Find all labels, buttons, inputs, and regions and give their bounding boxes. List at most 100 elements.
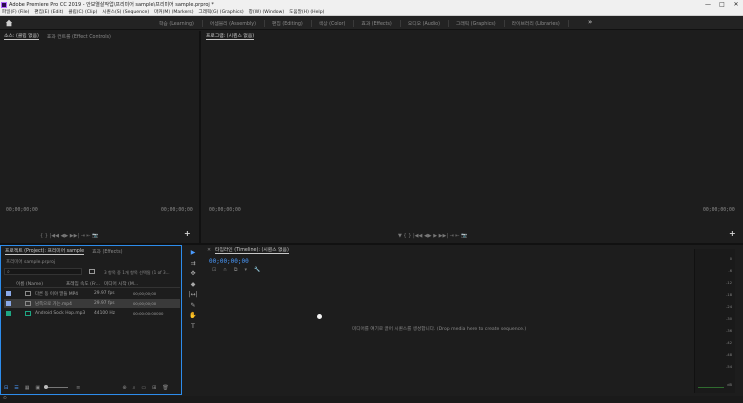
- add-marker-icon[interactable]: ▾: [244, 267, 247, 273]
- project-search-input[interactable]: ⌕: [4, 268, 82, 275]
- source-timecode[interactable]: 00;00;00;00: [6, 208, 38, 213]
- menu-markers[interactable]: 마커(M) (Markers): [154, 9, 193, 15]
- zoom-slider[interactable]: [44, 385, 69, 389]
- freeform-view-icon[interactable]: ▣: [35, 385, 40, 391]
- meter-label: -30: [726, 317, 732, 321]
- premiere-logo-icon: [1, 1, 7, 8]
- window-controls: — □ ✕: [701, 1, 743, 8]
- meter-label: -42: [726, 341, 732, 345]
- zoom-slider-handle[interactable]: [44, 385, 49, 389]
- menu-sequence[interactable]: 시퀀스(S) (Sequence): [102, 9, 149, 15]
- column-frame-rate[interactable]: 프레임 속도 (Fr...: [66, 281, 100, 287]
- program-add-button[interactable]: +: [729, 229, 736, 238]
- find-icon[interactable]: ⌕: [133, 385, 136, 391]
- item-name: 다른 동 이야 말들 MP4: [35, 292, 79, 297]
- meter-label: -36: [726, 329, 732, 333]
- tab-program[interactable]: 프로그램: (시퀀스 없음): [206, 32, 255, 40]
- menu-file[interactable]: 파일(F) (File): [2, 9, 29, 15]
- list-item[interactable]: 남쪽으로 가는.mp4 29.97 fps 00;00;00;00: [4, 299, 180, 308]
- project-file-name: 프리미어 sample.prproj: [6, 260, 56, 265]
- maximize-button[interactable]: □: [715, 1, 729, 8]
- linked-selection-icon[interactable]: ⧉: [234, 267, 238, 273]
- tab-effects[interactable]: 효과 (Effects): [92, 248, 122, 255]
- lock-icon[interactable]: ⊟: [4, 385, 8, 391]
- label-color-swatch[interactable]: [6, 301, 11, 306]
- tab-source[interactable]: 소스: (클립 없음): [4, 32, 39, 40]
- program-transport-controls[interactable]: ▼ { } |◀◀ ◀▶ ▶ ▶▶| ⇥ ⇤ 📷: [398, 233, 467, 239]
- timeline-tool-row: ⊡ ∩ ⧉ ▾ 🔧: [212, 267, 260, 273]
- nest-icon[interactable]: ⊡: [212, 267, 216, 273]
- new-bin-icon[interactable]: [89, 269, 95, 274]
- new-item-icon[interactable]: ⊞: [152, 385, 156, 391]
- item-frame-rate: 29.97 fps: [94, 301, 115, 306]
- status-indicator-icon: ⊙: [3, 396, 7, 401]
- meter-label: -6: [728, 269, 732, 273]
- ripple-edit-tool-icon[interactable]: ✥: [190, 269, 195, 280]
- new-bin-button-icon[interactable]: ▭: [141, 385, 146, 391]
- list-item[interactable]: 다른 동 이야 말들 MP4 29.97 fps 00;00;00;00: [4, 289, 180, 298]
- workspace-editing[interactable]: 편집 (Editing): [265, 19, 312, 27]
- close-button[interactable]: ✕: [729, 1, 743, 8]
- pen-tool-icon[interactable]: ✎: [190, 301, 195, 312]
- list-view-icon[interactable]: ☰: [14, 385, 18, 391]
- source-add-button[interactable]: +: [184, 229, 191, 238]
- slip-tool-icon[interactable]: |↔|: [188, 290, 197, 301]
- title-bar: Adobe Premiere Pro CC 2019 - 안보열살작업\프리미어…: [0, 0, 743, 9]
- close-icon[interactable]: ✕: [207, 248, 211, 253]
- source-transport-controls[interactable]: { } |◀◀ ◀▶ ▶▶| ⇥ ⇤ 📷: [40, 233, 99, 239]
- workspace-libraries[interactable]: 라이브러리 (Libraries): [505, 19, 569, 27]
- menu-bar: 파일(F) (File) 편집(E) (Edit) 클립(C) (Clip) 시…: [0, 9, 743, 16]
- selection-tool-icon[interactable]: ▶: [191, 248, 196, 259]
- workspace-color[interactable]: 색상 (Color): [312, 19, 355, 27]
- item-media-start: 00;00;00;00: [133, 301, 157, 306]
- timeline-panel: ✕ 타임라인 (Timeline): (시퀀스 없음) 00;00;00;00 …: [203, 245, 691, 395]
- home-icon[interactable]: [5, 19, 13, 27]
- label-color-swatch[interactable]: [6, 291, 11, 296]
- search-icon: ⌕: [7, 269, 10, 275]
- menu-window[interactable]: 창(W) (Window): [249, 9, 285, 15]
- workspaces-more-button[interactable]: »: [588, 18, 592, 26]
- column-name[interactable]: 이름 (Name): [16, 281, 43, 287]
- menu-graphics[interactable]: 그래픽(G) (Graphics): [199, 9, 244, 15]
- menu-edit[interactable]: 편집(E) (Edit): [34, 9, 63, 15]
- video-clip-icon: [25, 301, 31, 306]
- program-timecode[interactable]: 00;00;00;00: [209, 208, 241, 213]
- hand-tool-icon[interactable]: ✋: [189, 311, 196, 322]
- workspace-graphics[interactable]: 그래픽 (Graphics): [449, 19, 505, 27]
- menu-help[interactable]: 도움말(H) (Help): [289, 9, 324, 15]
- label-color-swatch[interactable]: [6, 311, 11, 316]
- column-media-start[interactable]: 미디어 시작 (M...: [104, 281, 138, 287]
- snap-icon[interactable]: ∩: [223, 267, 227, 273]
- sort-icon[interactable]: ≡: [76, 385, 80, 391]
- meter-label: 0: [729, 257, 732, 261]
- meter-label: -48: [726, 353, 732, 357]
- tab-effect-controls[interactable]: 효과 컨트롤 (Effect Controls): [47, 33, 111, 40]
- trash-icon[interactable]: 🗑: [162, 385, 168, 391]
- workspace-assembly[interactable]: 어셈블리 (Assembly): [203, 19, 265, 27]
- program-panel-header: 프로그램: (시퀀스 없음): [202, 31, 743, 41]
- project-column-header: 이름 (Name) 프레임 속도 (Fr... 미디어 시작 (M...: [4, 280, 180, 288]
- audio-meters: 0 -6 -12 -18 -24 -30 -36 -42 -48 -54 dB: [694, 249, 735, 393]
- razor-tool-icon[interactable]: ◆: [191, 280, 196, 291]
- workspace-learning[interactable]: 학습 (Learning): [152, 19, 203, 27]
- meter-label: -54: [726, 365, 732, 369]
- track-select-tool-icon[interactable]: ⇉: [190, 259, 195, 270]
- minimize-button[interactable]: —: [701, 1, 715, 8]
- menu-clip[interactable]: 클립(C) (Clip): [68, 9, 97, 15]
- workspace-audio[interactable]: 오디오 (Audio): [401, 19, 449, 27]
- timeline-timecode[interactable]: 00;00;00;00: [209, 258, 249, 265]
- type-tool-icon[interactable]: T: [191, 322, 195, 333]
- item-name: 남쪽으로 가는.mp4: [35, 302, 72, 307]
- program-panel: 프로그램: (시퀀스 없음): [202, 31, 743, 243]
- automate-to-sequence-icon[interactable]: ⊕: [122, 385, 126, 391]
- panel-divider[interactable]: [199, 31, 201, 244]
- settings-wrench-icon[interactable]: 🔧: [254, 267, 260, 273]
- meter-level-left: [698, 387, 724, 388]
- workspace-effects[interactable]: 효과 (Effects): [354, 19, 401, 27]
- project-item-count: 3 항목 중 1개 항목 선택됨 (1 of 3...: [104, 270, 170, 275]
- list-item[interactable]: Android Sock Hop.mp3 44100 Hz 00:00:00:0…: [4, 309, 180, 318]
- tab-project[interactable]: 프로젝트 (Project): 프리미어 sample: [5, 247, 85, 255]
- mouse-cursor: [317, 314, 322, 319]
- icon-view-icon[interactable]: ▦: [25, 385, 30, 391]
- tab-timeline[interactable]: 타임라인 (Timeline): (시퀀스 없음): [215, 246, 289, 254]
